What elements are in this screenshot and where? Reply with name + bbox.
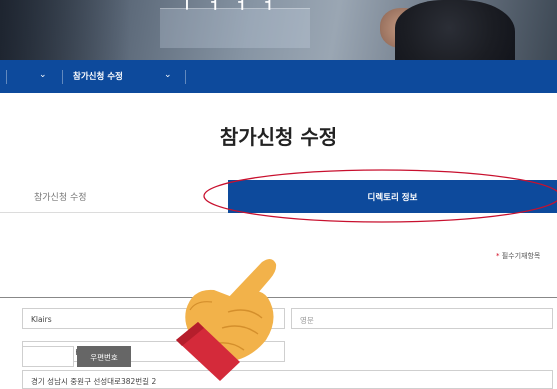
chevron-down-icon[interactable]: ⌄	[39, 70, 47, 80]
section-divider	[0, 297, 557, 298]
company-name-field[interactable]: Klairs	[22, 308, 285, 329]
nav-divider	[62, 70, 63, 84]
page-title: 참가신청 수정	[219, 125, 338, 149]
tab-label: 디렉토리 정보	[367, 193, 418, 203]
zip-search-button[interactable]: 우편번호	[77, 346, 131, 367]
tab-directory-info[interactable]: 디렉토리 정보	[228, 180, 557, 213]
chevron-down-icon[interactable]: ⌄	[164, 70, 172, 80]
hero-window	[160, 8, 310, 48]
nav-menu-current[interactable]: 참가신청 수정	[73, 70, 123, 82]
hero-banner: ㅣ ㅓ ㅓ ㅓ	[0, 0, 557, 60]
nav-divider	[6, 70, 7, 84]
hero-text: ㅣ ㅓ ㅓ ㅓ	[180, 0, 279, 12]
required-star: *	[496, 252, 500, 260]
required-fields-note: * 필수기재항목	[496, 251, 540, 261]
tab-application-edit[interactable]: 참가신청 수정	[0, 180, 228, 213]
address-field[interactable]: 경기 성남시 중원구 선성대로382번길 2	[22, 370, 553, 389]
nav-divider	[185, 70, 186, 84]
tab-label: 참가신청 수정	[34, 193, 87, 203]
sub-navigation-bar: ⌄ 참가신청 수정 ⌄	[0, 60, 557, 93]
zip-code-field[interactable]	[22, 346, 74, 367]
required-note-text: 필수기재항목	[501, 252, 541, 260]
english-name-field[interactable]: 영문	[291, 308, 553, 329]
hero-shade	[0, 0, 130, 60]
hero-person	[395, 0, 515, 60]
